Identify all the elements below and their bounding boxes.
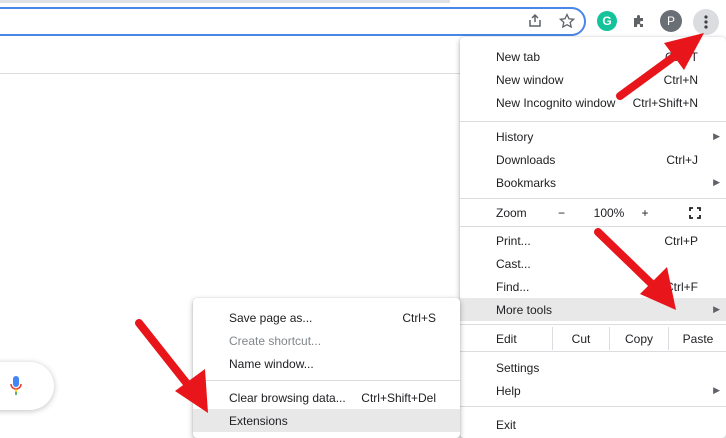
menu-item-label: Exit: [496, 417, 517, 432]
tab-strip: [0, 0, 450, 3]
menu-separator: [460, 121, 726, 122]
menu-item-label: Settings: [496, 360, 540, 375]
menu-item-save-page[interactable]: Save page as... Ctrl+S: [193, 306, 460, 329]
voice-search-button[interactable]: [0, 362, 54, 410]
kebab-icon[interactable]: [693, 9, 719, 35]
menu-separator: [460, 351, 726, 352]
fullscreen-icon[interactable]: [682, 201, 708, 224]
shortcut-label: Ctrl+J: [666, 152, 698, 167]
shortcut-label: Ctrl+P: [664, 233, 698, 248]
menu-item-bookmarks[interactable]: Bookmarks ▶: [460, 171, 726, 194]
menu-item-find[interactable]: Find... Ctrl+F: [460, 275, 726, 298]
paste-button[interactable]: Paste: [668, 327, 726, 350]
menu-item-more-tools[interactable]: More tools ▶: [460, 298, 726, 321]
chrome-main-menu: New tab Ctrl+T New window Ctrl+N New Inc…: [460, 37, 726, 438]
menu-item-new-tab[interactable]: New tab Ctrl+T: [460, 45, 726, 68]
star-icon[interactable]: [556, 10, 578, 32]
menu-item-label: History: [496, 129, 534, 144]
menu-item-cast[interactable]: Cast...: [460, 252, 726, 275]
menu-item-history[interactable]: History ▶: [460, 125, 726, 148]
shortcut-label: Ctrl+Shift+N: [632, 95, 698, 110]
cut-button[interactable]: Cut: [552, 327, 609, 350]
menu-item-help[interactable]: Help ▶: [460, 379, 726, 402]
menu-item-exit[interactable]: Exit: [460, 413, 726, 436]
menu-item-label: Cast...: [496, 256, 531, 271]
menu-item-edit: Edit Cut Copy Paste: [460, 327, 726, 350]
menu-item-extensions[interactable]: Extensions: [193, 409, 460, 432]
address-bar[interactable]: [0, 7, 586, 36]
share-icon[interactable]: [524, 10, 546, 32]
menu-item-label: Edit: [496, 331, 517, 346]
menu-item-zoom: Zoom − 100% +: [460, 201, 726, 224]
submenu-arrow-icon: ▶: [713, 177, 720, 187]
menu-item-label: Name window...: [229, 356, 314, 371]
menu-item-label: New tab: [496, 49, 541, 64]
menu-item-downloads[interactable]: Downloads Ctrl+J: [460, 148, 726, 171]
menu-item-label: Downloads: [496, 152, 556, 167]
menu-item-label: Print...: [496, 233, 531, 248]
menu-separator: [193, 380, 460, 381]
submenu-arrow-icon: ▶: [713, 131, 720, 141]
shortcut-label: Ctrl+N: [663, 72, 698, 87]
zoom-out-button[interactable]: −: [558, 201, 565, 224]
copy-button[interactable]: Copy: [609, 327, 668, 350]
menu-item-label: Clear browsing data...: [229, 390, 346, 405]
menu-item-label: Create shortcut...: [229, 333, 322, 348]
grammarly-extension-icon[interactable]: G: [597, 11, 617, 31]
menu-item-label: Extensions: [229, 413, 288, 428]
menu-item-print[interactable]: Print... Ctrl+P: [460, 229, 726, 252]
menu-item-label: Bookmarks: [496, 175, 557, 190]
menu-item-label: Find...: [496, 279, 530, 294]
shortcut-label: Ctrl+T: [665, 49, 698, 64]
menu-item-name-window[interactable]: Name window...: [193, 352, 460, 375]
menu-item-label: More tools: [496, 302, 553, 317]
submenu-arrow-icon: ▶: [713, 385, 720, 395]
menu-item-new-incognito[interactable]: New Incognito window Ctrl+Shift+N: [460, 91, 726, 114]
more-tools-submenu: Save page as... Ctrl+S Create shortcut..…: [193, 298, 460, 438]
zoom-in-button[interactable]: +: [632, 201, 658, 224]
menu-item-label: Help: [496, 383, 521, 398]
menu-item-create-shortcut: Create shortcut...: [193, 329, 460, 352]
menu-item-label: New Incognito window: [496, 95, 616, 110]
menu-item-settings[interactable]: Settings: [460, 356, 726, 379]
menu-item-new-window[interactable]: New window Ctrl+N: [460, 68, 726, 91]
menu-separator: [460, 198, 726, 199]
avatar[interactable]: P: [660, 10, 682, 32]
menu-item-clear-browsing-data[interactable]: Clear browsing data... Ctrl+Shift+Del: [193, 386, 460, 409]
zoom-level: 100%: [593, 205, 625, 220]
shortcut-label: Ctrl+S: [402, 310, 436, 325]
menu-separator: [460, 226, 726, 227]
menu-separator: [460, 406, 726, 407]
menu-separator: [460, 324, 726, 325]
microphone-icon: [10, 376, 22, 395]
shortcut-label: Ctrl+Shift+Del: [361, 390, 436, 405]
puzzle-icon[interactable]: [628, 10, 650, 32]
menu-item-label: Save page as...: [229, 310, 313, 325]
submenu-arrow-icon: ▶: [713, 304, 720, 314]
shortcut-label: Ctrl+F: [665, 279, 698, 294]
menu-item-label: New window: [496, 72, 564, 87]
menu-item-label: Zoom: [496, 205, 527, 220]
